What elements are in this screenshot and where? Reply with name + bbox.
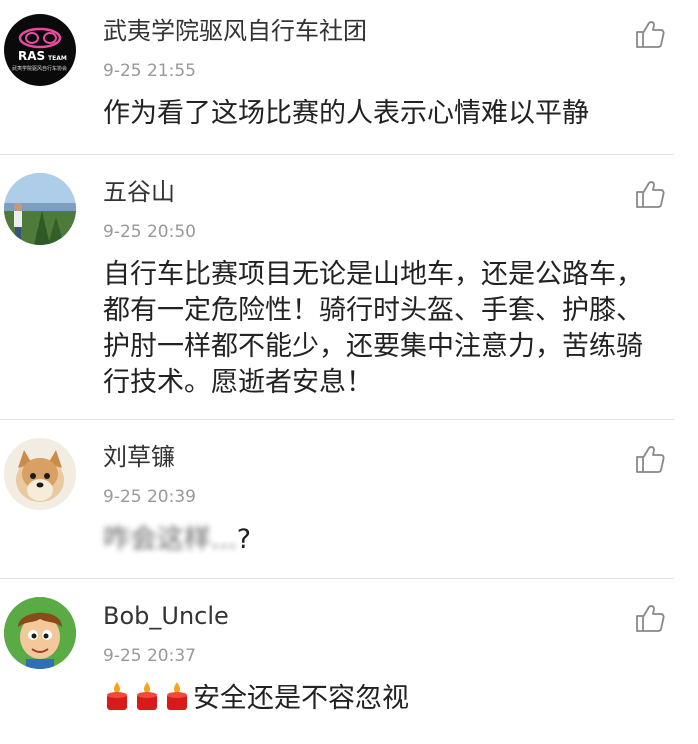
comment-item: 刘草镰 9-25 20:39 咋会这样...? [0,420,674,578]
team-logo-icon: RAS TEAM 武夷学院驱风自行车协会 [12,27,67,72]
thumbs-up-icon [636,446,665,473]
cartoon-boy-icon [4,597,76,669]
comment-author[interactable]: 刘草镰 [103,442,175,472]
comment-author[interactable]: Bob_Uncle [103,601,229,631]
comment-text-blurred: 咋会这样... [103,524,237,555]
comment-author[interactable]: 五谷山 [103,177,175,207]
candle-emoji-icon [103,681,131,721]
avatar[interactable] [4,173,76,245]
comment-item: 五谷山 9-25 20:50 自行车比赛项目无论是山地车，还是公路车，都有一定危… [0,155,674,419]
comment-text: 自行车比赛项目无论是山地车，还是公路车，都有一定危险性！骑行时头盔、手套、护膝、… [103,259,643,398]
candle-emoji-icon [133,681,161,721]
avatar[interactable] [4,597,76,669]
dog-photo-icon [4,438,76,510]
comment-text: 安全还是不容忽视 [103,681,651,721]
comment-text: 咋会这样...? [103,522,651,558]
comment-item: Bob_Uncle 9-25 20:37 安全还是不容忽视 [0,579,674,744]
comment-feed: RAS TEAM 武夷学院驱风自行车协会 武夷学院驱风自行车社团 9-25 21… [0,0,698,744]
comment-item: RAS TEAM 武夷学院驱风自行车协会 武夷学院驱风自行车社团 9-25 21… [0,0,674,154]
comment-time: 9-25 21:55 [103,61,196,81]
comment-author[interactable]: 武夷学院驱风自行车社团 [103,16,367,46]
comment-time: 9-25 20:50 [103,222,196,242]
candle-emoji-icon [163,681,191,721]
thumbs-up-icon [636,605,665,632]
avatar[interactable]: RAS TEAM 武夷学院驱风自行车协会 [4,14,76,86]
landscape-photo-icon [4,173,76,245]
avatar[interactable] [4,438,76,510]
avatar-sub: 武夷学院驱风自行车协会 [12,65,67,72]
like-button[interactable] [633,17,667,51]
like-button[interactable] [633,442,667,476]
comment-text-tail: ? [236,524,252,555]
like-button[interactable] [633,601,667,635]
avatar-text: RAS [18,49,45,63]
thumbs-up-icon [636,21,665,48]
like-button[interactable] [633,177,667,211]
thumbs-up-icon [636,181,665,208]
comment-time: 9-25 20:37 [103,646,196,666]
comment-time: 9-25 20:39 [103,487,196,507]
comment-text-main: 安全还是不容忽视 [193,683,409,714]
comment-text: 作为看了这场比赛的人表示心情难以平静 [103,98,589,129]
avatar-team: TEAM [48,55,67,62]
